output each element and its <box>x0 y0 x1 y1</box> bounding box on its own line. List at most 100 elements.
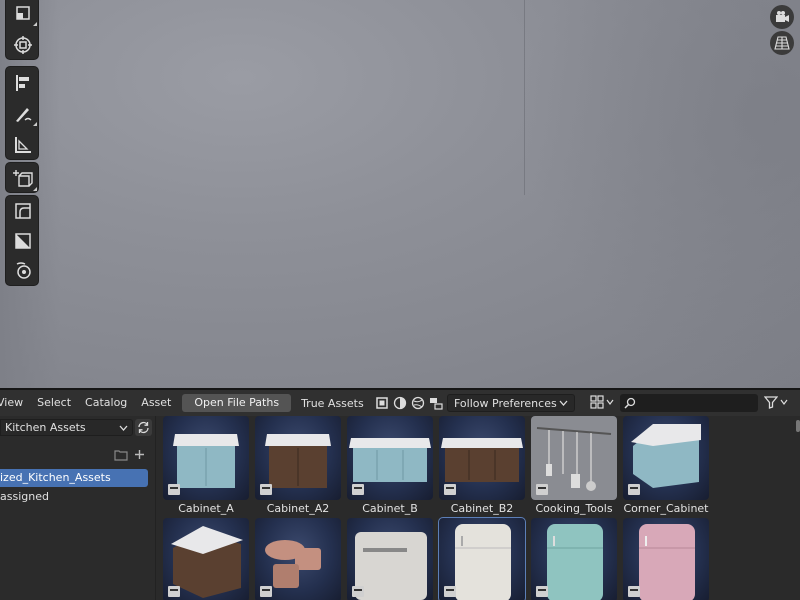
asset-library-value: Kitchen Assets <box>5 421 86 434</box>
import-method-value: Follow Preferences <box>454 396 557 410</box>
search-icon <box>624 397 636 409</box>
search-field[interactable] <box>620 394 758 412</box>
menu-catalog[interactable]: Catalog <box>78 390 134 416</box>
perspective-toggle-button[interactable] <box>770 31 794 55</box>
asset-tile[interactable] <box>438 517 526 600</box>
asset-thumbnail[interactable] <box>255 416 341 500</box>
menu-asset[interactable]: Asset <box>134 390 178 416</box>
asset-label: Cabinet_B <box>362 502 418 515</box>
asset-tile[interactable] <box>255 518 341 600</box>
asset-browser-header: View Select Catalog Asset Open File Path… <box>0 390 800 416</box>
filter-nodes-toggle[interactable] <box>428 395 444 411</box>
asset-type-icon <box>536 484 548 495</box>
asset-tile[interactable]: Cabinet_A2 <box>255 416 341 517</box>
catalog-sidebar: Kitchen Assets ized_Kitchen_Assets assig… <box>0 416 156 600</box>
asset-type-icon <box>260 484 272 495</box>
transform-tool[interactable] <box>6 29 40 61</box>
annotate-icon <box>16 107 32 122</box>
asset-library-dropdown[interactable]: Kitchen Assets <box>0 419 133 436</box>
asset-tile[interactable] <box>347 518 433 600</box>
import-method-dropdown[interactable]: Follow Preferences <box>447 394 575 412</box>
menu-view[interactable]: View <box>0 390 30 416</box>
asset-type-icon <box>536 586 548 597</box>
world-icon <box>411 396 424 410</box>
add-cube-tool[interactable] <box>6 163 40 194</box>
grid-view-icon <box>590 395 604 409</box>
asset-type-icon <box>628 586 640 597</box>
catalog-item-kitchen-assets[interactable]: ized_Kitchen_Assets <box>0 469 148 487</box>
align-icon <box>16 74 29 91</box>
asset-thumbnail[interactable] <box>163 518 249 600</box>
catalog-item-label: assigned <box>0 490 49 503</box>
asset-tile[interactable]: Cabinet_B <box>347 416 433 517</box>
asset-thumbnail[interactable] <box>531 416 617 500</box>
align-tool[interactable] <box>6 67 40 98</box>
asset-label: Cabinet_A <box>178 502 234 515</box>
spin-tool[interactable] <box>6 256 40 286</box>
asset-label: Cabinet_A2 <box>266 502 330 515</box>
toolbar-group-transform <box>5 0 39 60</box>
asset-grid: Cabinet_A Cabinet_A2 Cabinet_B Cabinet_B2 Co… <box>163 416 800 600</box>
asset-type-icon <box>168 586 180 597</box>
menu-select[interactable]: Select <box>30 390 78 416</box>
display-mode-button[interactable] <box>590 395 614 409</box>
bevel-icon <box>15 203 31 219</box>
asset-thumbnail[interactable] <box>347 416 433 500</box>
viewport-floor-seam <box>524 0 525 195</box>
true-assets-button[interactable]: True Assets <box>291 397 374 410</box>
catalog-item-unassigned[interactable]: assigned <box>0 488 148 506</box>
catalog-tools <box>114 449 145 461</box>
asset-label: Corner_Cabinet <box>623 502 709 515</box>
3d-viewport[interactable] <box>0 0 800 388</box>
asset-tile[interactable]: Cabinet_B2 <box>439 416 525 517</box>
measure-tool[interactable] <box>6 129 40 160</box>
asset-tile[interactable] <box>163 518 249 600</box>
catalog-item-label: ized_Kitchen_Assets <box>0 471 111 484</box>
toolbar-group-annotate <box>5 66 39 160</box>
asset-tile[interactable] <box>623 518 709 600</box>
filter-material-toggle[interactable] <box>392 395 408 411</box>
object-icon <box>375 397 388 409</box>
bevel-tool[interactable] <box>6 196 40 226</box>
toolbar-group-edit <box>5 195 39 286</box>
asset-thumbnail[interactable] <box>531 518 617 600</box>
asset-tile[interactable]: Cabinet_A <box>163 416 249 517</box>
asset-type-icon <box>260 586 272 597</box>
camera-view-button[interactable] <box>770 5 794 29</box>
knife-tool[interactable] <box>6 226 40 256</box>
annotate-tool[interactable] <box>6 98 40 129</box>
asset-thumbnail[interactable] <box>163 416 249 500</box>
chevron-down-icon <box>780 399 788 405</box>
add-cube-icon <box>13 169 33 187</box>
filter-mesh-toggle[interactable] <box>374 395 390 411</box>
asset-type-icon <box>352 586 364 597</box>
asset-thumbnail[interactable] <box>623 416 709 500</box>
asset-tile[interactable] <box>531 518 617 600</box>
filter-icon <box>764 396 778 409</box>
new-catalog-icon[interactable] <box>114 449 128 461</box>
filter-button[interactable] <box>764 395 788 409</box>
transform-icon <box>14 36 32 54</box>
asset-type-icon <box>444 484 456 495</box>
viewport-shading <box>520 0 800 388</box>
asset-type-icon <box>628 484 640 495</box>
asset-thumbnail[interactable] <box>255 518 341 600</box>
scale-tool[interactable] <box>6 0 40 29</box>
asset-thumbnail[interactable] <box>439 416 525 500</box>
asset-label: Cooking_Tools <box>535 502 613 515</box>
asset-browser: View Select Catalog Asset Open File Path… <box>0 388 800 600</box>
asset-grid-scrollbar[interactable] <box>796 420 800 432</box>
asset-tile[interactable]: Cooking_Tools <box>531 416 617 517</box>
spin-icon <box>16 262 31 279</box>
asset-tile[interactable]: Corner_Cabinet <box>623 416 709 517</box>
open-file-paths-button[interactable]: Open File Paths <box>182 394 292 412</box>
knife-icon <box>15 233 31 249</box>
chevron-down-icon <box>119 425 128 431</box>
refresh-library-button[interactable] <box>135 419 152 436</box>
add-icon[interactable] <box>134 449 145 460</box>
asset-thumbnail[interactable] <box>438 517 526 600</box>
filter-world-toggle[interactable] <box>410 395 426 411</box>
asset-thumbnail[interactable] <box>347 518 433 600</box>
asset-thumbnail[interactable] <box>623 518 709 600</box>
asset-type-icon <box>168 484 180 495</box>
